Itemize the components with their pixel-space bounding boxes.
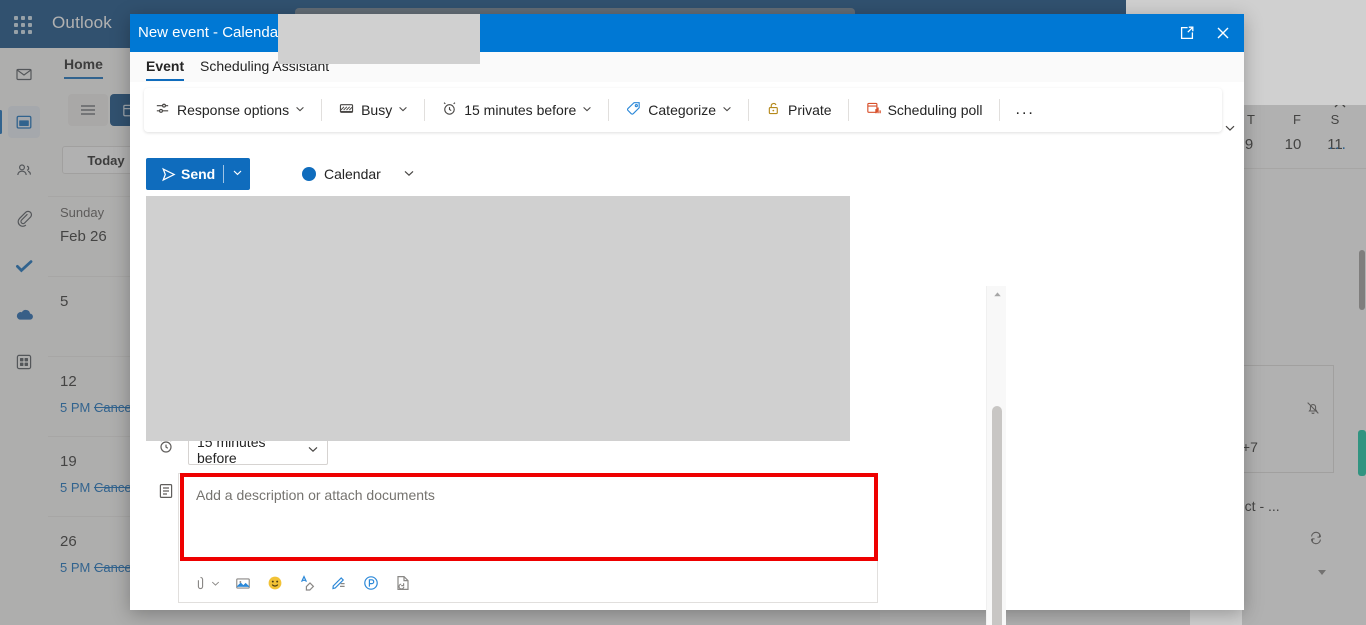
image-icon[interactable] [234, 575, 252, 592]
pen-icon[interactable] [330, 574, 348, 592]
chevron-down-icon[interactable] [295, 104, 305, 116]
divider [847, 99, 849, 121]
pop-out-icon[interactable] [1170, 18, 1204, 48]
ribbon-categorize[interactable]: Categorize [617, 94, 740, 126]
ribbon-label: Scheduling poll [887, 102, 983, 118]
occlusion-block [1244, 0, 1366, 105]
divider [608, 99, 610, 121]
ribbon-label: Private [787, 102, 832, 118]
chevron-down-icon[interactable] [582, 104, 592, 116]
calendar-picker[interactable]: Calendar [302, 158, 415, 190]
ribbon-private[interactable]: Private [757, 94, 840, 126]
ribbon-busy[interactable]: Busy [330, 94, 416, 126]
dialog-title: New event - Calendar [138, 24, 284, 41]
scrollbar[interactable] [986, 286, 1006, 625]
scrollbar-thumb[interactable] [992, 406, 1002, 625]
divider [998, 99, 1000, 121]
new-event-dialog: New event - Calendar Event Scheduling As… [130, 14, 1244, 625]
event-form: Send Calendar 15 minutes before Add a de… [130, 146, 1244, 625]
ribbon-reminder[interactable]: 15 minutes before [433, 94, 600, 126]
ribbon-label: Busy [361, 102, 393, 118]
paperclip-icon[interactable] [192, 575, 220, 592]
compose-toolbar [180, 565, 878, 601]
occlusion-block [278, 14, 480, 64]
divider [747, 99, 749, 121]
overflow-icon[interactable]: ... [1006, 101, 1045, 119]
divider [424, 99, 426, 121]
tag-icon [625, 100, 642, 120]
description-icon [156, 481, 176, 501]
description-input[interactable]: Add a description or attach documents [180, 473, 878, 561]
alarm-clock-icon [441, 100, 458, 120]
scheduling-poll-icon [865, 100, 882, 120]
chevron-down-icon[interactable] [722, 104, 732, 116]
send-options-chevron-down-icon[interactable] [224, 167, 250, 181]
loop-icon[interactable] [362, 574, 380, 592]
chevron-down-icon[interactable] [398, 104, 408, 116]
event-ribbon: Response options Busy 15 minutes before … [144, 88, 1222, 132]
divider [321, 99, 323, 121]
send-icon [146, 166, 177, 183]
busy-icon [338, 100, 355, 120]
send-label: Send [181, 166, 216, 182]
collapse-ribbon-icon[interactable] [1220, 118, 1240, 138]
calendar-color-dot [302, 167, 316, 181]
send-button[interactable]: Send [146, 158, 251, 190]
scroll-up-icon[interactable] [987, 286, 1007, 302]
ribbon-label: 15 minutes before [464, 102, 577, 118]
response-options-icon [154, 100, 171, 120]
close-icon[interactable] [1206, 18, 1240, 48]
tab-event[interactable]: Event [146, 58, 185, 81]
emoji-icon[interactable] [266, 574, 284, 592]
ribbon-label: Categorize [648, 102, 716, 118]
ribbon-label: Response options [177, 102, 290, 118]
chevron-down-icon[interactable] [307, 442, 319, 458]
occlusion-block [146, 196, 850, 441]
format-eraser-icon[interactable] [298, 574, 316, 592]
lock-icon [765, 100, 782, 120]
description-placeholder: Add a description or attach documents [196, 487, 435, 503]
file-download-icon[interactable] [394, 574, 412, 592]
screen: Outlook 2 [0, 0, 1366, 625]
ribbon-response-options[interactable]: Response options [146, 94, 313, 126]
ribbon-scheduling-poll[interactable]: Scheduling poll [857, 94, 991, 126]
calendar-picker-label: Calendar [324, 166, 381, 182]
chevron-down-icon[interactable] [403, 166, 415, 182]
